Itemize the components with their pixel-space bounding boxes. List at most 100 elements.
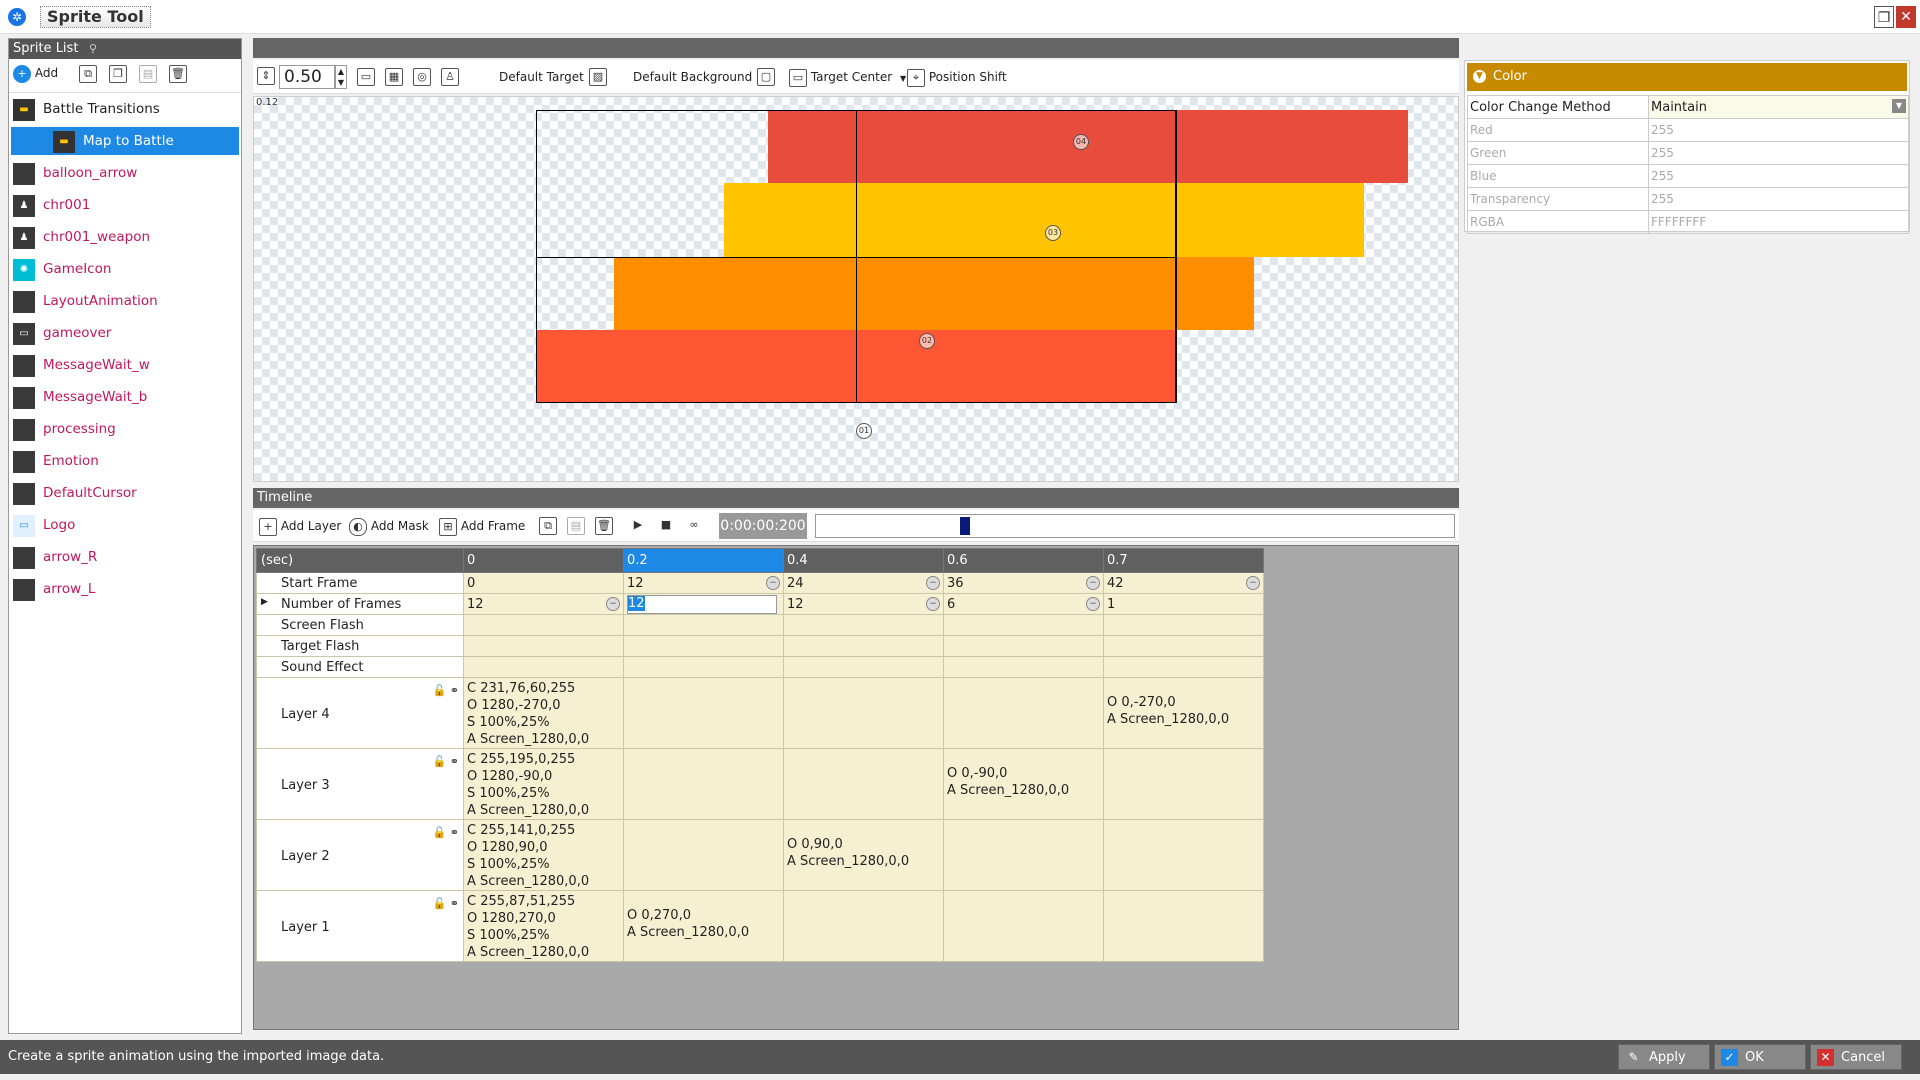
apply-button[interactable]: ✎ Apply [1618,1044,1710,1070]
layer-lock-icon[interactable]: 🔓 ⚭ [433,824,459,841]
ok-button[interactable]: ✓ OK [1714,1044,1806,1070]
preview-canvas[interactable]: 0.12 04 03 02 01 [253,96,1459,482]
sprite-search-input[interactable]: ⚲ [89,41,239,57]
num-frames-cell[interactable]: 1 [1103,593,1264,615]
screen-flash-cell[interactable] [623,614,784,636]
delete-sprite-button[interactable]: 🗑 [169,61,187,85]
copy-frame-icon[interactable]: ⧉ [539,517,557,535]
target-flash-cell[interactable] [623,635,784,657]
sound-effect-cell[interactable] [463,656,624,678]
layer2-marker[interactable]: 02 [919,333,935,349]
layer4-marker[interactable]: 04 [1073,134,1089,150]
keyframe-cell[interactable] [783,677,944,749]
screen-flash-cell[interactable] [783,614,944,636]
keyframe-cell[interactable]: C 255,87,51,255 O 1280,270,0 S 100%,25% A S… [463,890,624,962]
sprite-list-item[interactable]: MessageWait_b [11,383,239,411]
layer-lock-icon[interactable]: 🔓 ⚭ [433,682,459,699]
add-frame-button[interactable]: ⊞ Add Frame [439,514,525,538]
keyframe-cell[interactable] [623,677,784,749]
sprite-list-item[interactable]: balloon_arrow [11,159,239,187]
target-flash-cell[interactable] [463,635,624,657]
sprite-list-item[interactable]: Emotion [11,447,239,475]
screen-flash-cell[interactable] [943,614,1104,636]
keyframe-cell[interactable]: O 0,270,0 A Screen_1280,0,0 [623,890,784,962]
restore-window-button[interactable]: ❐ [1874,6,1894,28]
paste-frame-icon[interactable]: ▤ [567,517,585,535]
layer1-marker[interactable]: 01 [856,423,872,439]
keyframe-cell[interactable] [1103,890,1264,962]
layer-row-header[interactable]: Layer 3 🔓 ⚭ [256,748,464,820]
time-col-3[interactable]: 0.6 [943,548,1104,573]
keyframe-cell[interactable] [943,677,1104,749]
layer-row-header[interactable]: Layer 4 🔓 ⚭ [256,677,464,749]
target-flash-cell[interactable] [943,635,1104,657]
paste-sprite-button[interactable]: ▤ [139,61,157,85]
sound-effect-cell[interactable] [623,656,784,678]
add-mask-button[interactable]: ◐ Add Mask [349,514,429,538]
zoom-fit-icon[interactable]: ⇕ [257,67,275,85]
start-frame-cell[interactable]: 0 [463,572,624,594]
sprite-list-item[interactable]: MessageWait_w [11,351,239,379]
expand-arrow-icon[interactable]: ▶ [261,597,268,607]
frame-view-icon[interactable]: ▭ [357,68,375,86]
keyframe-cell[interactable]: O 0,-270,0 A Screen_1280,0,0 [1103,677,1264,749]
minus-icon[interactable]: − [926,596,940,611]
duplicate-sprite-button[interactable]: ⧉ [79,61,97,85]
keyframe-cell[interactable] [783,890,944,962]
background-icon[interactable]: ▨ [589,68,607,86]
layer-row-header[interactable]: Layer 2 🔓 ⚭ [256,819,464,891]
close-window-button[interactable]: ✕ [1896,6,1916,28]
sound-effect-cell[interactable] [1103,656,1264,678]
default-background-button[interactable]: Default Background [623,65,763,89]
play-icon[interactable]: ▶ [629,517,647,535]
keyframe-cell[interactable] [943,819,1104,891]
minus-icon[interactable]: − [1246,575,1260,590]
layer3-marker[interactable]: 03 [1045,225,1061,241]
minus-icon[interactable]: − [1086,575,1100,590]
scrubber-handle[interactable] [960,517,970,535]
sprite-list-item[interactable]: arrow_L [11,575,239,603]
minus-icon[interactable]: − [926,575,940,590]
num-frames-cell[interactable]: 6− [943,593,1104,615]
start-frame-cell[interactable]: 24 − [783,572,944,594]
sprite-list-item[interactable]: LayoutAnimation [11,287,239,315]
keyframe-cell[interactable]: C 255,141,0,255 O 1280,90,0 S 100%,25% A Sc… [463,819,624,891]
sprite-list-item[interactable]: ♟ chr001_weapon [11,223,239,251]
onion-skin-icon[interactable]: ◎ [413,68,431,86]
sound-effect-cell[interactable] [943,656,1104,678]
sprite-list-item[interactable]: ♟ chr001 [11,191,239,219]
layout-icon[interactable]: ▢ [757,68,775,86]
sound-effect-cell[interactable] [783,656,944,678]
minus-icon[interactable]: − [606,596,620,611]
num-frames-cell[interactable]: 12 − [463,593,624,615]
keyframe-cell[interactable]: C 255,195,0,255 O 1280,-90,0 S 100%,25% A S… [463,748,624,820]
default-target-button[interactable]: Default Target [489,65,594,89]
screen-flash-cell[interactable] [463,614,624,636]
color-change-method-select[interactable]: Maintain ▼ [1648,95,1909,119]
target-center-dropdown[interactable]: ▭ Target Center ▼ [789,65,907,89]
zoom-spinner[interactable]: ▲ ▼ [335,65,347,89]
dropdown-arrow-icon[interactable]: ▼ [1892,99,1906,113]
cancel-button[interactable]: ✕ Cancel [1810,1044,1902,1070]
playback-scrubber[interactable] [815,514,1455,538]
sprite-list-item[interactable]: processing [11,415,239,443]
copy-sprite-button[interactable]: ❐ [109,61,127,85]
character-icon[interactable]: ♙ [441,68,459,86]
position-shift-button[interactable]: ⌖ Position Shift [907,65,1007,89]
time-col-1[interactable]: 0.2 [623,548,784,573]
start-frame-cell[interactable]: 42 − [1103,572,1264,594]
collapse-icon[interactable]: ▼ [1473,70,1486,83]
time-col-2[interactable]: 0.4 [783,548,944,573]
target-flash-cell[interactable] [1103,635,1264,657]
delete-frame-icon[interactable]: 🗑 [595,517,613,535]
color-section-header[interactable]: ▼ Color [1467,63,1907,91]
start-frame-cell[interactable]: 36 − [943,572,1104,594]
loop-icon[interactable]: ∞ [685,517,703,535]
grid-view-icon[interactable]: ▦ [385,68,403,86]
keyframe-cell[interactable] [943,890,1104,962]
screen-flash-cell[interactable] [1103,614,1264,636]
keyframe-cell[interactable] [1103,819,1264,891]
time-col-4[interactable]: 0.7 [1103,548,1264,573]
sprite-list-item[interactable]: ▭ Logo [11,511,239,539]
layer-lock-icon[interactable]: 🔓 ⚭ [433,753,459,770]
